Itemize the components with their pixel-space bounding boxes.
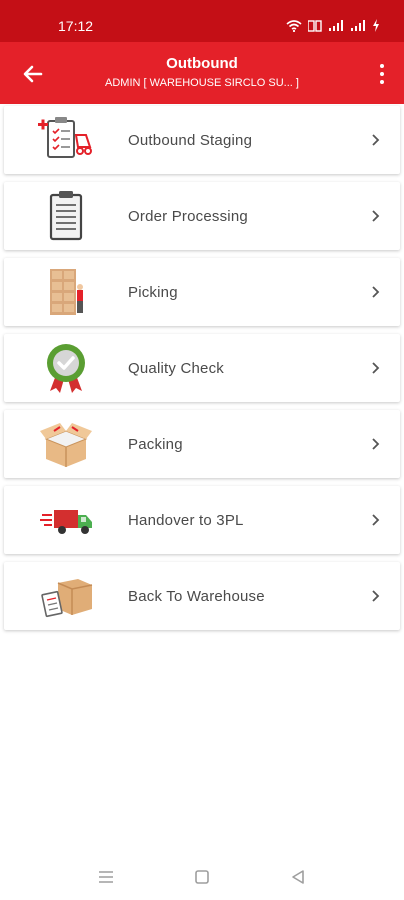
open-box-icon bbox=[38, 417, 94, 471]
quality-badge-icon bbox=[38, 341, 94, 395]
delivery-truck-icon bbox=[38, 493, 94, 547]
menu-item-back-to-warehouse[interactable]: Back To Warehouse bbox=[4, 562, 400, 630]
chevron-right-icon bbox=[372, 286, 380, 298]
page-title: Outbound bbox=[166, 55, 238, 72]
menu-item-label: Packing bbox=[128, 436, 183, 453]
status-bar: 17:12 bbox=[0, 0, 404, 42]
arrow-left-icon bbox=[23, 65, 43, 83]
menu-item-handover-3pl[interactable]: Handover to 3PL bbox=[4, 486, 400, 554]
clipboard-icon bbox=[38, 189, 94, 243]
menu-item-order-processing[interactable]: Order Processing bbox=[4, 182, 400, 250]
menu-item-packing[interactable]: Packing bbox=[4, 410, 400, 478]
status-icons bbox=[286, 19, 380, 37]
menu-item-label: Picking bbox=[128, 284, 178, 301]
app-bar: Outbound ADMIN [ WAREHOUSE SIRCLO SU... … bbox=[0, 42, 404, 104]
triangle-left-icon bbox=[292, 870, 304, 884]
chevron-right-icon bbox=[372, 210, 380, 222]
signal-icon-1 bbox=[328, 19, 344, 37]
more-dot bbox=[380, 80, 384, 84]
menu-lines-icon bbox=[99, 871, 113, 883]
more-dot bbox=[380, 72, 384, 76]
battery-charging-icon bbox=[372, 19, 380, 37]
outbound-menu-list: Outbound Staging Order Processing Pickin… bbox=[4, 106, 400, 638]
more-dot bbox=[380, 64, 384, 68]
menu-item-label: Quality Check bbox=[128, 360, 224, 377]
back-button[interactable] bbox=[18, 59, 48, 89]
menu-item-picking[interactable]: Picking bbox=[4, 258, 400, 326]
recent-apps-button[interactable] bbox=[97, 868, 115, 886]
status-time: 17:12 bbox=[58, 18, 94, 34]
square-icon bbox=[195, 870, 209, 884]
menu-item-outbound-staging[interactable]: Outbound Staging bbox=[4, 106, 400, 174]
return-box-icon bbox=[38, 569, 94, 623]
outbound-staging-icon bbox=[38, 113, 94, 167]
chevron-right-icon bbox=[372, 514, 380, 526]
chevron-right-icon bbox=[372, 438, 380, 450]
wifi-icon bbox=[286, 19, 302, 37]
picking-shelf-icon bbox=[38, 265, 94, 319]
home-button[interactable] bbox=[193, 868, 211, 886]
system-nav-bar bbox=[0, 852, 404, 900]
network-type-icon bbox=[307, 19, 322, 37]
system-back-button[interactable] bbox=[289, 868, 307, 886]
chevron-right-icon bbox=[372, 362, 380, 374]
menu-item-quality-check[interactable]: Quality Check bbox=[4, 334, 400, 402]
chevron-right-icon bbox=[372, 134, 380, 146]
menu-item-label: Handover to 3PL bbox=[128, 512, 244, 529]
menu-item-label: Order Processing bbox=[128, 208, 248, 225]
menu-item-label: Outbound Staging bbox=[128, 132, 253, 149]
menu-item-label: Back To Warehouse bbox=[128, 588, 265, 605]
chevron-right-icon bbox=[372, 590, 380, 602]
more-options-button[interactable] bbox=[376, 62, 388, 86]
page-subtitle: ADMIN [ WAREHOUSE SIRCLO SU... ] bbox=[105, 77, 299, 89]
signal-icon-2 bbox=[350, 19, 366, 37]
